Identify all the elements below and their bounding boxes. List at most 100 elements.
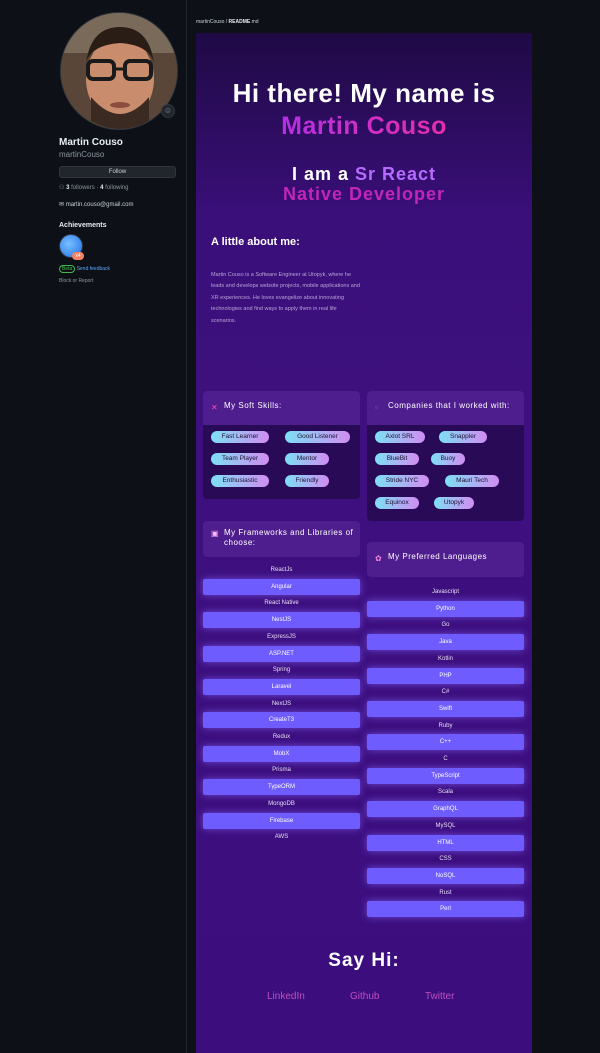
following-label[interactable]: following <box>105 185 128 191</box>
languages-header: ✿ My Preferred Languages <box>367 542 524 577</box>
beta-tag: Beta <box>59 265 76 273</box>
role-line-2: Native Developer <box>282 184 446 204</box>
framework-item: ReactJs <box>270 567 293 573</box>
block-report-link[interactable]: Block or Report <box>59 278 93 284</box>
language-item: Go <box>441 622 450 629</box>
company-chip: Utopyk <box>434 497 474 509</box>
framework-item: Firebase <box>203 812 360 829</box>
framework-item: Laravel <box>203 678 360 695</box>
language-item: Kotlin <box>437 655 453 662</box>
following-count: 4 <box>100 185 104 191</box>
breadcrumb-ext: .md <box>250 19 259 25</box>
language-item: Java <box>367 634 524 651</box>
sidebar-divider <box>186 0 187 1053</box>
people-icon: ⚇ <box>59 185 65 191</box>
twitter-link[interactable]: Twitter <box>425 991 454 1002</box>
achievements-title: Achievements <box>59 222 107 229</box>
language-item: C++ <box>367 734 524 751</box>
follow-button[interactable]: Follow <box>59 166 176 178</box>
framework-item: Redux <box>272 734 291 740</box>
soft-skills-title: My Soft Skills: <box>224 401 282 410</box>
profile-sidebar: ☺ Martin Couso martinCouso Follow ⚇ 3 fo… <box>0 0 186 1053</box>
language-item: Swift <box>367 700 524 717</box>
language-item: HTML <box>367 834 524 851</box>
framework-item: React Native <box>264 600 299 607</box>
language-item: C <box>443 756 448 762</box>
status-emoji-icon[interactable]: ☺ <box>161 104 175 118</box>
about-text: Martin Couso is a Software Engineer at U… <box>211 272 360 324</box>
globe-icon: ✿ <box>375 554 382 563</box>
language-item: MySQL <box>435 822 456 829</box>
languages-title: My Preferred Languages <box>388 552 488 561</box>
language-item: C# <box>441 689 450 696</box>
github-link[interactable]: Github <box>350 991 379 1002</box>
framework-item: ASP.NET <box>203 645 360 662</box>
companies-title: Companies that I worked with: <box>388 401 510 410</box>
say-hi-heading: Say Hi: <box>328 950 400 971</box>
language-item: TypeScript <box>367 767 524 784</box>
framework-item: Spring <box>272 667 291 674</box>
send-feedback-link[interactable]: Send feedback <box>77 266 110 272</box>
language-item: Python <box>367 600 524 617</box>
frameworks-title: My Frameworks and Libraries of choose: <box>224 528 354 547</box>
company-chip: Axlot SRL <box>375 431 425 443</box>
company-chip: BlueBit <box>375 453 419 465</box>
beta-feedback: Beta Send feedback <box>59 265 110 273</box>
linkedin-link[interactable]: LinkedIn <box>267 991 305 1002</box>
company-chip: Stride NYC <box>375 475 429 487</box>
soft-skill-chip: Enthusiastic <box>211 475 269 487</box>
followers-count: 3 <box>66 185 70 191</box>
framework-item: Angular <box>203 578 360 595</box>
soft-skill-chip: Good Listener <box>285 431 350 443</box>
breadcrumb: martinCouso / README.md <box>196 19 259 25</box>
email-line[interactable]: ✉ martin.couso@gmail.com <box>59 201 133 208</box>
framework-item: TypeORM <box>203 779 360 796</box>
achievement-count: x4 <box>72 252 84 260</box>
frameworks-card: ▣ My Frameworks and Libraries of choose: <box>203 521 360 557</box>
soft-skill-chip: Team Player <box>211 453 269 465</box>
framework-item: ExpressJS <box>267 633 296 640</box>
followers-line[interactable]: ⚇ 3 followers · 4 following <box>59 184 128 191</box>
languages-card: ✿ My Preferred Languages <box>367 542 524 577</box>
soft-skill-chip: Friendly <box>285 475 329 487</box>
breadcrumb-sep: / <box>225 19 228 25</box>
role-heading: I am a Sr React <box>196 164 532 185</box>
frameworks-header: ▣ My Frameworks and Libraries of choose: <box>203 521 360 557</box>
mail-icon: ✉ <box>59 202 65 208</box>
email-link[interactable]: martin.couso@gmail.com <box>66 202 134 208</box>
framework-item: MobX <box>203 745 360 762</box>
company-chip: Mauri Tech <box>445 475 499 487</box>
breadcrumb-file: README <box>228 19 251 25</box>
role-prefix: I am a <box>291 164 349 184</box>
framework-item: MongoDB <box>268 800 295 807</box>
language-item: Rust <box>439 889 452 896</box>
role-highlight: Sr React <box>355 164 437 184</box>
greeting-heading: Hi there! My name is <box>232 78 496 108</box>
company-chip: Buoy <box>431 453 465 465</box>
readme-panel: Hi there! My name is Martin Couso I am a… <box>196 33 532 1053</box>
companies-card: ▫ Companies that I worked with: Axlot SR… <box>367 391 524 521</box>
company-chip: Equinox <box>375 497 419 509</box>
framework-item: AWS <box>274 834 289 841</box>
language-item: Scala <box>437 789 453 796</box>
language-item: Ruby <box>438 722 453 729</box>
about-title: A little about me: <box>211 236 300 248</box>
language-item: NoSQL <box>367 867 524 884</box>
framework-item: Prisma <box>272 767 291 774</box>
framework-item: NestJS <box>203 612 360 629</box>
company-chip: Snappler <box>439 431 487 443</box>
followers-label[interactable]: followers <box>71 185 95 191</box>
companies-header: ▫ Companies that I worked with: <box>367 391 524 425</box>
language-item: GraphQL <box>367 801 524 818</box>
soft-skill-chip: Mentor <box>285 453 329 465</box>
framework-item: CreateT3 <box>203 712 360 729</box>
breadcrumb-repo[interactable]: martinCouso <box>196 19 224 25</box>
cross-icon: ✕ <box>211 403 218 412</box>
language-item: PHP <box>367 667 524 684</box>
soft-skills-card: ✕ My Soft Skills: Fast Learner Good List… <box>203 391 360 499</box>
name-heading: Martin Couso <box>196 112 532 141</box>
toolbox-icon: ▣ <box>211 529 219 538</box>
framework-item: NextJS <box>271 700 292 707</box>
profile-login: martinCouso <box>59 150 105 159</box>
profile-name: Martin Couso <box>59 137 123 148</box>
